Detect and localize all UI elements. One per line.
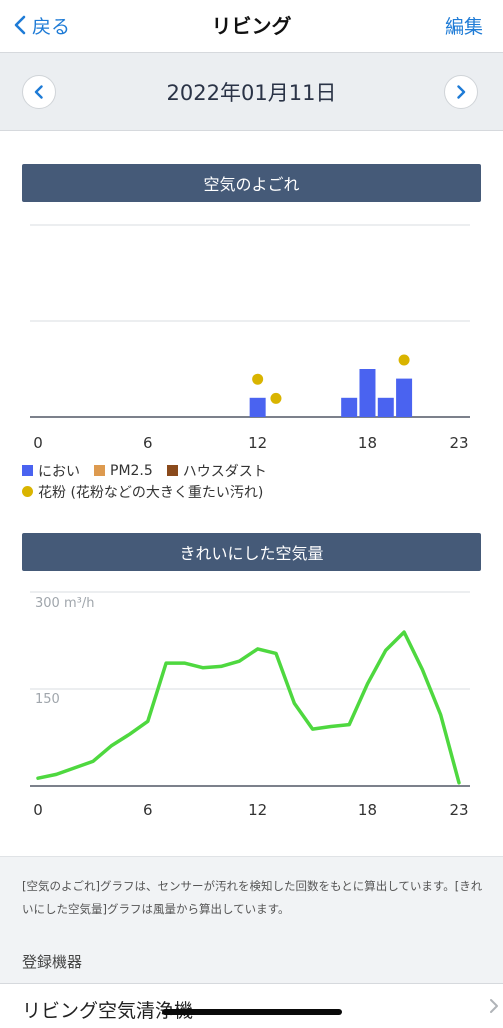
air-dirt-header: 空気のよごれ xyxy=(22,164,481,202)
y-tick-label-mid: 150 xyxy=(35,692,60,707)
legend-label-pm25: PM2.5 xyxy=(110,462,153,479)
odor-bar xyxy=(341,397,358,417)
air-volume-line xyxy=(36,630,461,785)
notes-area: [空気のよごれ]グラフは、センサーが汚れを検知した回数をもとに算出しています。[… xyxy=(0,856,503,1028)
legend-item-pollen: 花粉 (花粉などの大きく重たい汚れ) xyxy=(22,482,263,502)
page-title: リビング xyxy=(211,14,292,38)
legend-item-pm25: PM2.5 xyxy=(94,463,153,479)
x-tick-label: 18 xyxy=(358,801,377,819)
pollen-swatch xyxy=(22,486,33,497)
odor-swatch xyxy=(22,465,33,476)
date-selector: 2022年01月11日 xyxy=(0,53,503,131)
legend-item-odor: におい xyxy=(22,461,80,481)
registered-devices-label: 登録機器 xyxy=(22,953,83,971)
odor-bar xyxy=(377,397,394,417)
cleaned-air-header: きれいにした空気量 xyxy=(22,533,481,571)
chevron-right-icon xyxy=(490,999,498,1013)
pollen-dot xyxy=(252,373,264,385)
legend-label-dust: ハウスダスト xyxy=(182,463,267,480)
cleaned-air-chart: 300 m³/h 150 0 6 12 18 23 xyxy=(30,591,470,819)
chart-description-note: [空気のよごれ]グラフは、センサーが汚れを検知した回数をもとに算出しています。[… xyxy=(22,879,483,916)
odor-bar xyxy=(396,378,413,417)
edit-button[interactable]: 編集 xyxy=(445,12,483,39)
device-row[interactable]: リビング空気清浄機 xyxy=(0,983,503,1028)
x-tick-label: 23 xyxy=(449,801,468,819)
pm25-swatch xyxy=(94,465,105,476)
x-tick-label: 6 xyxy=(143,801,153,819)
odor-bar xyxy=(359,369,376,417)
home-indicator xyxy=(162,1009,342,1015)
chevron-right-icon xyxy=(457,85,466,99)
pollen-dot xyxy=(398,354,410,366)
legend-label-odor: におい xyxy=(38,463,80,480)
legend-label-pollen: 花粉 (花粉などの大きく重たい汚れ) xyxy=(38,484,264,501)
navigation-bar: 戻る リビング 編集 xyxy=(0,0,503,53)
x-tick-label: 23 xyxy=(449,434,468,452)
air-dirt-chart: 0 6 12 18 23 xyxy=(30,224,470,452)
x-tick-label: 12 xyxy=(248,434,267,452)
x-tick-label: 6 xyxy=(143,434,153,452)
date-label: 2022年01月11日 xyxy=(166,81,337,105)
next-day-button[interactable] xyxy=(444,75,478,109)
y-tick-label-max: 300 m³/h xyxy=(35,596,94,611)
x-tick-label: 0 xyxy=(33,801,43,819)
dust-swatch xyxy=(166,465,178,476)
chart-legend: におい PM2.5 ハウスダスト 花粉 (花粉などの大きく重たい汚れ) xyxy=(22,460,492,502)
legend-item-dust: ハウスダスト xyxy=(166,461,267,481)
x-tick-label: 0 xyxy=(33,434,43,452)
x-tick-label: 12 xyxy=(248,801,267,819)
pollen-dot xyxy=(270,392,282,404)
x-tick-label: 18 xyxy=(358,434,377,452)
odor-bar xyxy=(249,397,266,417)
